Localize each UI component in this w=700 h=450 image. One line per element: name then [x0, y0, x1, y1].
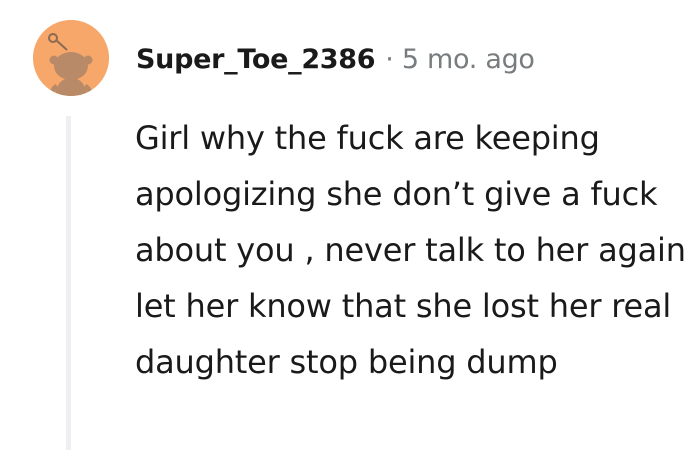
- snoo-avatar-icon: [33, 20, 109, 96]
- comment: Super_Toe_2386 · 5 mo. ago Girl why the fu…: [0, 0, 700, 450]
- thread-collapse-line[interactable]: [66, 116, 71, 450]
- author-username[interactable]: Super_Toe_2386: [136, 44, 376, 75]
- user-avatar[interactable]: [33, 20, 109, 96]
- comment-body: Girl why the fuck are keeping apologizin…: [135, 110, 695, 390]
- comment-timestamp[interactable]: 5 mo. ago: [402, 44, 535, 75]
- meta-separator: ·: [385, 44, 394, 75]
- comment-body-text: Girl why the fuck are keeping apologizin…: [135, 119, 686, 381]
- comment-meta: Super_Toe_2386 · 5 mo. ago: [136, 40, 535, 80]
